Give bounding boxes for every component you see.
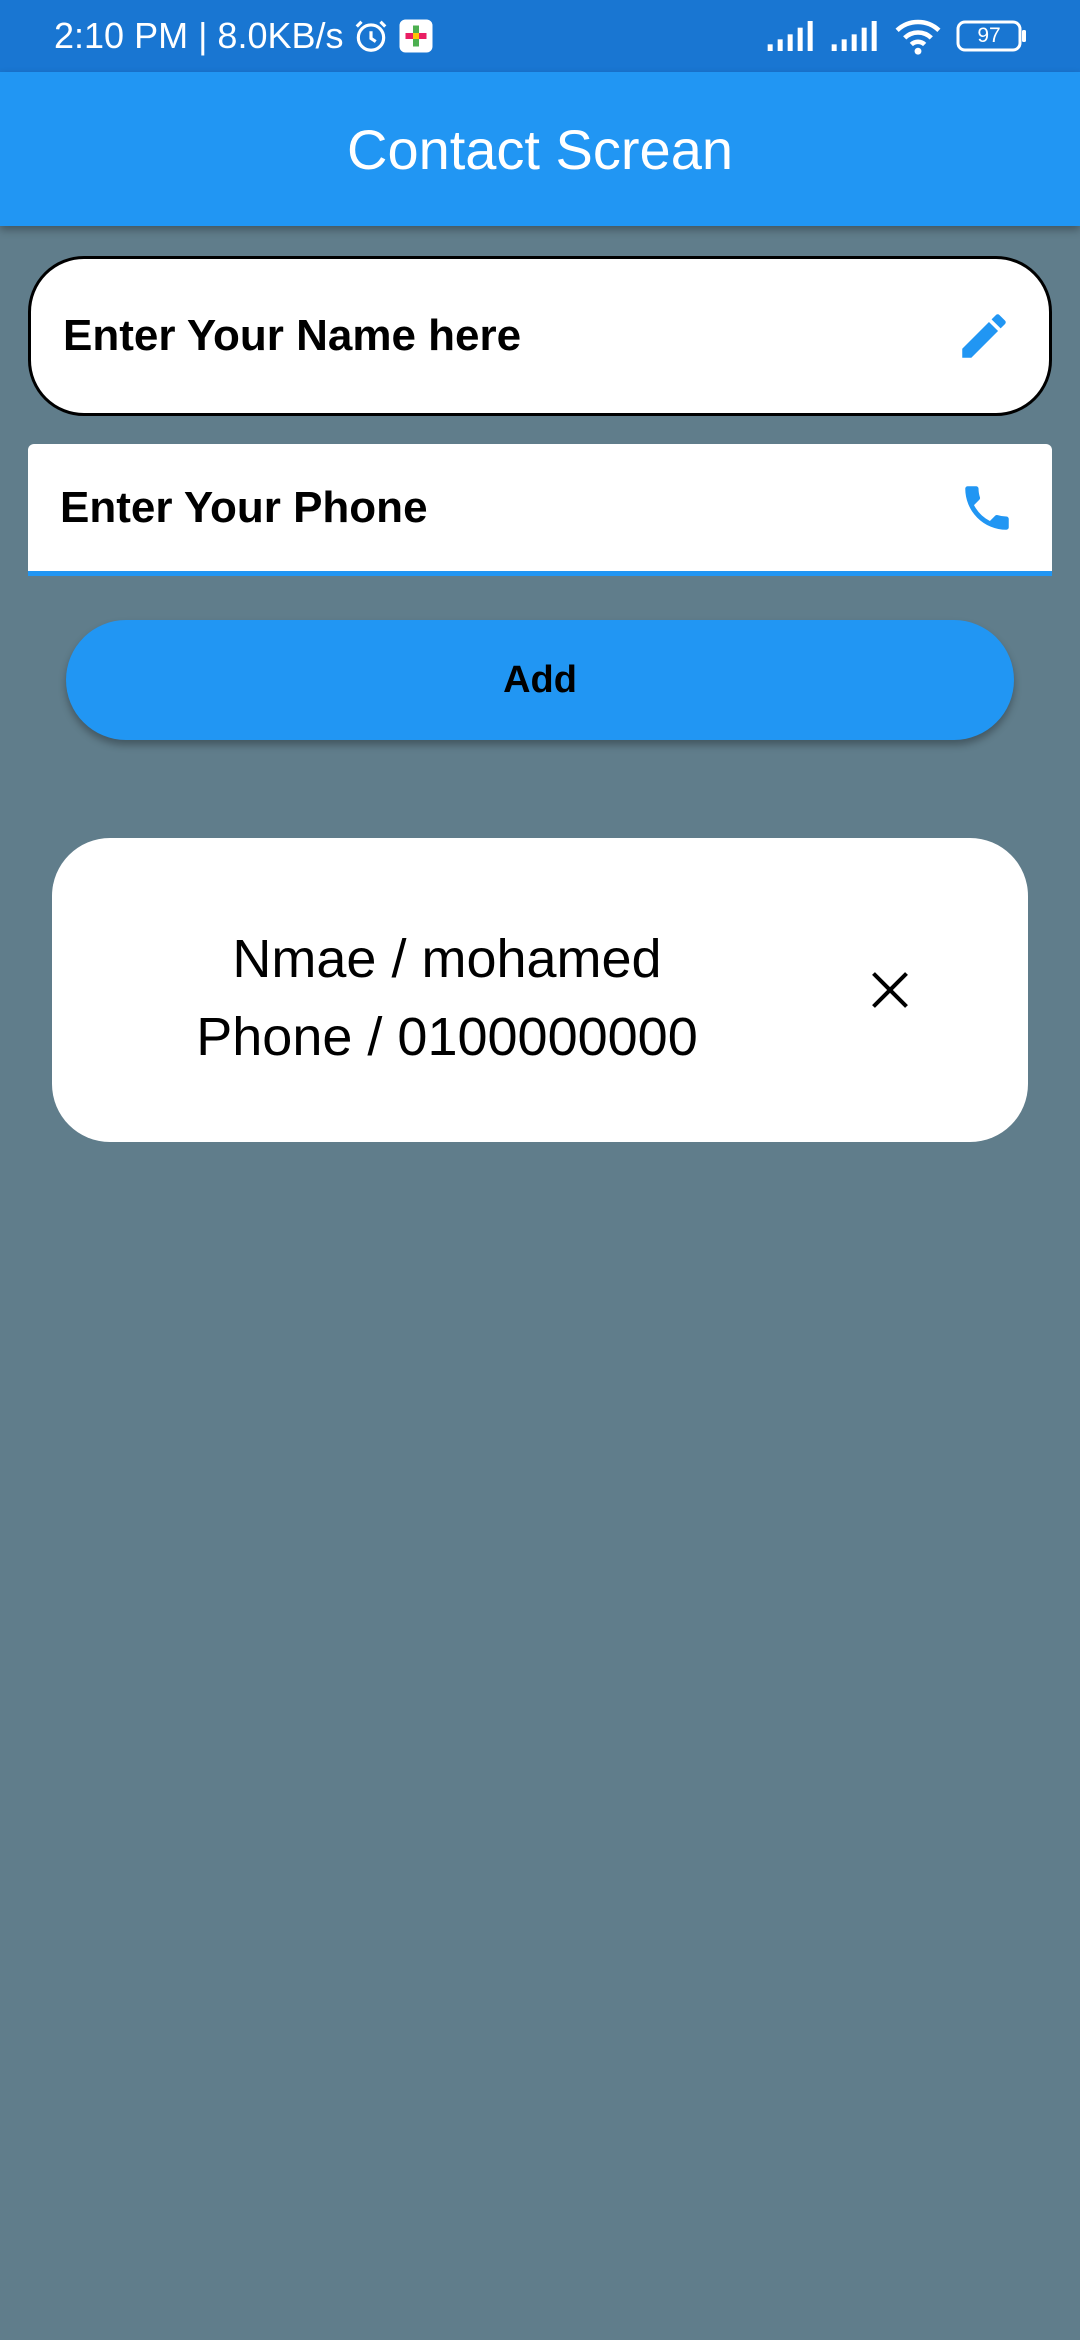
status-left: 2:10 PM | 8.0KB/s (54, 15, 434, 57)
wifi-icon (894, 17, 942, 55)
app-bar: Contact Screan (0, 72, 1080, 226)
status-right: 97 (766, 17, 1028, 55)
app-notification-icon (398, 18, 434, 54)
cellular-signal-icon (766, 19, 816, 53)
cellular-signal-icon-2 (830, 19, 880, 53)
phone-input[interactable]: Enter Your Phone (28, 444, 1052, 576)
contact-card: Nmae / mohamed Phone / 0100000000 (52, 838, 1028, 1142)
phone-input-placeholder: Enter Your Phone (60, 482, 428, 532)
contact-phone: Phone / 0100000000 (196, 1007, 698, 1067)
name-input[interactable]: Enter Your Name here (28, 256, 1052, 416)
add-button-label: Add (503, 658, 577, 701)
name-input-placeholder: Enter Your Name here (63, 311, 522, 360)
status-time: 2:10 PM | 8.0KB/s (54, 15, 344, 56)
contact-details: Nmae / mohamed Phone / 0100000000 (132, 920, 762, 1076)
add-button[interactable]: Add (66, 620, 1014, 740)
status-bar: 2:10 PM | 8.0KB/s 97 (0, 0, 1080, 72)
contact-name: Nmae / mohamed (232, 929, 662, 989)
pencil-icon (955, 307, 1013, 365)
close-icon (868, 968, 912, 1012)
battery-icon: 97 (956, 19, 1028, 53)
page-title: Contact Screan (347, 117, 733, 181)
phone-icon (958, 479, 1016, 537)
alarm-icon (352, 17, 390, 55)
battery-level: 97 (977, 24, 1001, 47)
delete-contact-button[interactable] (850, 950, 930, 1030)
